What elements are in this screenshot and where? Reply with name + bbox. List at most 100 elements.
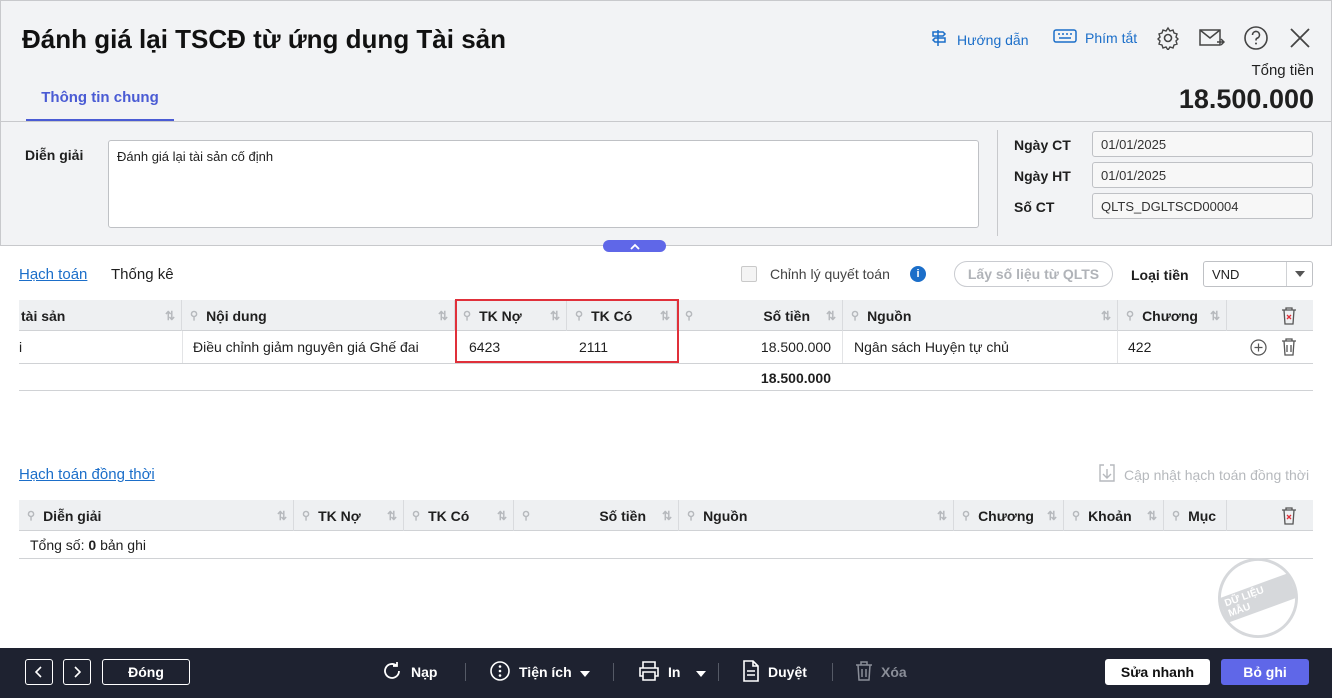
fetch-data-button[interactable]: Lấy số liệu từ QLTS <box>954 261 1113 287</box>
help-icon[interactable] <box>1242 24 1270 52</box>
settlement-checkbox[interactable] <box>741 266 757 282</box>
update-concurrent-button[interactable]: Cập nhật hạch toán đồng thời <box>1098 463 1309 486</box>
guide-link[interactable]: Hướng dẫn <box>929 28 1028 51</box>
printer-icon <box>638 660 660 685</box>
col2-item-label: Khoản <box>1088 507 1132 524</box>
col-amount-label: Số tiền <box>763 307 810 324</box>
sort-icon: ⇅ <box>496 508 507 523</box>
form-divider <box>997 130 998 236</box>
col2-section-label: Mục <box>1188 507 1217 524</box>
date-ht-field[interactable]: 01/01/2025 <box>1092 162 1313 188</box>
pin-icon: ⚲ <box>685 310 694 322</box>
sort-icon: ⇅ <box>276 508 287 523</box>
col-divider <box>1117 331 1118 363</box>
close-button[interactable]: Đóng <box>102 659 190 685</box>
col-asset-label: tài sản <box>21 307 66 324</box>
row-divider <box>19 558 1313 559</box>
description-field[interactable]: Đánh giá lại tài sản cố định <box>108 140 979 228</box>
pin-icon: ⚲ <box>190 310 199 322</box>
sort-icon: ⇅ <box>164 308 175 323</box>
caret-down-icon <box>696 664 707 680</box>
cell-amount[interactable]: 18.500.000 <box>677 331 831 363</box>
shortcut-link[interactable]: Phím tắt <box>1053 28 1137 47</box>
date-ct-label: Ngày CT <box>1014 137 1071 153</box>
pin-icon: ⚲ <box>1172 510 1181 522</box>
record-count-prefix: Tổng số: <box>30 537 85 553</box>
tab-accounting[interactable]: Hạch toán <box>19 266 87 283</box>
col-chapter-label: Chương <box>1142 307 1198 324</box>
delete-all-icon[interactable] <box>1281 307 1297 328</box>
col2-credit[interactable]: ⚲ TK Có ⇅ <box>404 500 514 531</box>
unpost-button[interactable]: Bỏ ghi <box>1221 659 1309 685</box>
header-divider <box>0 121 1332 122</box>
download-icon <box>1098 463 1116 486</box>
tab-general-info[interactable]: Thông tin chung <box>26 78 174 122</box>
footer-divider <box>613 663 614 681</box>
currency-select[interactable]: VND <box>1203 261 1313 287</box>
signpost-icon <box>929 28 949 51</box>
cell-content[interactable]: Điều chỉnh giảm nguyên giá Ghế đai <box>193 331 419 363</box>
mail-icon[interactable] <box>1197 24 1227 52</box>
col-source[interactable]: ⚲ Nguồn ⇅ <box>843 300 1118 331</box>
trash-icon <box>855 660 873 684</box>
doc-no-label: Số CT <box>1014 199 1055 215</box>
col-divider <box>842 331 843 363</box>
col-amount[interactable]: ⚲ Số tiền ⇅ <box>677 300 843 331</box>
date-ct-field[interactable]: 01/01/2025 <box>1092 131 1313 157</box>
col2-chapter-label: Chương <box>978 507 1034 524</box>
sample-data-stamp: DỮ LIỆU MẪU <box>1206 546 1310 650</box>
info-icon[interactable]: i <box>910 266 926 282</box>
col2-amount[interactable]: ⚲ Số tiền ⇅ <box>514 500 679 531</box>
col2-debit-label: TK Nợ <box>318 507 361 524</box>
footer-divider <box>465 663 466 681</box>
next-button[interactable] <box>63 659 91 685</box>
doc-no-field[interactable]: QLTS_DGLTSCD00004 <box>1092 193 1313 219</box>
footer-divider <box>718 663 719 681</box>
pin-icon: ⚲ <box>851 310 860 322</box>
col2-chapter[interactable]: ⚲ Chương ⇅ <box>954 500 1064 531</box>
col2-description[interactable]: ⚲ Diễn giải ⇅ <box>19 500 294 531</box>
pin-icon: ⚲ <box>522 510 531 522</box>
col-divider <box>182 331 183 363</box>
print-button[interactable]: In <box>638 659 707 685</box>
row-divider <box>19 390 1313 391</box>
chevron-right-icon <box>74 666 81 678</box>
print-label: In <box>668 664 681 680</box>
collapse-button[interactable] <box>603 240 666 252</box>
col2-item[interactable]: ⚲ Khoản ⇅ <box>1064 500 1164 531</box>
col-chapter[interactable]: ⚲ Chương ⇅ <box>1118 300 1227 331</box>
prev-button[interactable] <box>25 659 53 685</box>
add-row-icon[interactable] <box>1250 339 1267 359</box>
cell-chapter[interactable]: 422 <box>1128 331 1151 363</box>
col2-source[interactable]: ⚲ Nguồn ⇅ <box>679 500 954 531</box>
reload-button[interactable]: Nạp <box>381 659 437 685</box>
sort-icon: ⇅ <box>661 508 672 523</box>
col2-section[interactable]: ⚲ Mục <box>1164 500 1227 531</box>
stamp-text: DỮ LIỆU MẪU <box>1218 573 1298 623</box>
sort-icon: ⇅ <box>1046 508 1057 523</box>
col-content[interactable]: ⚲ Nội dung ⇅ <box>182 300 455 331</box>
gear-icon[interactable] <box>1154 24 1182 52</box>
pin-icon: ⚲ <box>962 510 971 522</box>
concurrent-accounting-title[interactable]: Hạch toán đồng thời <box>19 466 155 483</box>
pin-icon: ⚲ <box>1126 310 1135 322</box>
delete-button[interactable]: Xóa <box>855 659 907 685</box>
highlight-box <box>455 299 679 363</box>
col2-debit[interactable]: ⚲ TK Nợ ⇅ <box>294 500 404 531</box>
tab-statistics[interactable]: Thống kê <box>111 266 174 283</box>
approve-button[interactable]: Duyệt <box>742 659 807 685</box>
utilities-button[interactable]: Tiện ích <box>489 659 590 685</box>
cell-source[interactable]: Ngân sách Huyện tự chủ <box>854 331 1009 363</box>
total-label: Tổng tiền <box>1251 62 1314 79</box>
close-icon[interactable] <box>1286 24 1314 52</box>
quick-edit-button[interactable]: Sửa nhanh <box>1105 659 1210 685</box>
currency-value: VND <box>1212 267 1240 282</box>
refresh-icon <box>381 660 403 685</box>
delete-all-icon[interactable] <box>1281 507 1297 528</box>
col-asset[interactable]: tài sản ⇅ <box>19 300 182 331</box>
cell-asset[interactable]: i <box>19 331 22 363</box>
record-count: Tổng số: 0 bản ghi <box>30 537 146 553</box>
concurrent-grid-header: ⚲ Diễn giải ⇅ ⚲ TK Nợ ⇅ ⚲ TK Có ⇅ ⚲ Số tiền ⇅ ⚲ N… <box>19 500 1313 531</box>
delete-row-icon[interactable] <box>1281 338 1297 359</box>
col2-description-label: Diễn giải <box>43 507 102 524</box>
